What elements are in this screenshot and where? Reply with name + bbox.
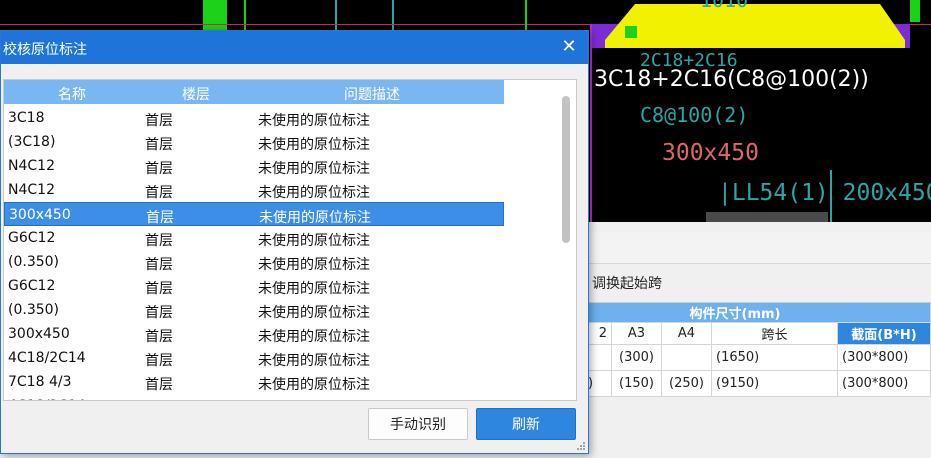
row-floor-cell: 首层 [145,305,173,321]
cad-annotation[interactable]: 300x450 [662,140,759,166]
row-description-cell: 未使用的原位标注 [258,161,370,177]
list-header: 名称 楼层 问题描述 [4,80,504,104]
row-name-cell: 300x450 [9,207,71,223]
row-name-cell: 4C18/2C14 [8,350,86,366]
vertical-scrollbar[interactable] [560,96,572,396]
dialog-title: 校核原位标注 [3,42,87,58]
table-column-header[interactable]: A4 [662,323,712,345]
cad-cyan-line [830,170,832,222]
refresh-button[interactable]: 刷新 [476,408,576,440]
cad-magenta-line [590,24,592,222]
cad-green-line [244,0,246,30]
cad-green-block [910,0,920,22]
cad-green-block [203,0,227,30]
row-floor-cell: 首层 [145,329,173,345]
row-description-cell: 未使用的原位标注 [258,185,370,201]
row-floor-cell: 首层 [145,353,173,369]
list-row[interactable]: (3C18) 首层 未使用的原位标注 [4,130,504,154]
cad-annotation[interactable]: 3C18+2C16(C8@100(2)) [594,67,869,92]
row-name-cell: (3C18) [8,134,56,150]
list-row[interactable]: 300x450 首层 未使用的原位标注 [4,202,504,226]
table-group-header: 构件尺寸(mm) [540,303,931,323]
row-floor-cell: 首层 [145,233,173,249]
resize-grip-icon[interactable] [576,441,586,451]
cad-annotation[interactable]: C8@100(2) [640,103,748,127]
table-cell[interactable]: (9150) [712,371,838,397]
row-description-cell: 未使用的原位标注 [259,210,371,226]
row-description-cell: 未使用的原位标注 [258,257,370,273]
row-floor-cell: 首层 [145,257,173,273]
row-description-cell: 未使用的原位标注 [258,377,370,393]
row-name-cell: 3C18 [8,110,45,126]
cad-annotation[interactable]: |LL54(1) 200x450 [718,180,931,206]
row-name-cell: (0.350) [8,302,60,318]
cad-green-line [525,0,527,30]
row-floor-cell: 首层 [145,161,173,177]
cad-partial-label: 1010 [700,0,749,12]
swap-start-span-button[interactable]: 调换起始跨 [592,273,662,293]
row-description-cell: 未使用的原位标注 [258,233,370,249]
manual-identify-button[interactable]: 手动识别 [368,408,468,440]
list-row[interactable]: 7C18 4/3 首层 未使用的原位标注 [4,370,504,394]
row-description-cell: 未使用的原位标注 [258,305,370,321]
row-floor-cell: 首层 [145,377,173,393]
list-row[interactable]: 3C18 首层 未使用的原位标注 [4,106,504,130]
row-name-cell: 300x450 [8,326,70,342]
column-header-floor[interactable]: 楼层 [182,84,210,104]
list-row[interactable]: 4C18/2C14 首层 未使用的原位标注 [4,394,504,400]
row-name-cell: G6C12 [8,278,56,294]
list-row[interactable]: G6C12 首层 未使用的原位标注 [4,226,504,250]
dialog-title-bar[interactable]: 校核原位标注 ✕ [1,31,588,64]
cad-cyan-line [392,0,394,30]
row-floor-cell: 首层 [145,137,173,153]
table-cell[interactable]: (250) [662,371,712,397]
row-name-cell: N4C12 [8,158,55,174]
row-floor-cell: 首层 [145,281,173,297]
table-cell[interactable]: (150) [612,371,662,397]
column-header-description[interactable]: 问题描述 [344,84,400,104]
list-row[interactable]: (0.350) 首层 未使用的原位标注 [4,298,504,322]
annotation-list[interactable]: 名称 楼层 问题描述 3C18 首层 未使用的原位标注 (3C18) 首层 未使用的原位标… [3,79,577,401]
row-description-cell: 未使用的原位标注 [258,398,370,400]
row-floor-cell: 首层 [146,210,174,226]
scrollbar-thumb[interactable] [562,96,570,243]
table-cell[interactable] [662,345,712,371]
list-row[interactable]: G6C12 首层 未使用的原位标注 [4,274,504,298]
table-column-header[interactable]: 截面(B*H) [838,323,931,345]
table-column-header[interactable]: 跨长 [712,323,838,345]
table-cell[interactable]: (300*800) [838,371,931,397]
table-column-header[interactable]: A3 [612,323,662,345]
row-description-cell: 未使用的原位标注 [258,137,370,153]
cad-cursor-marker [706,212,828,222]
row-floor-cell: 首层 [145,398,173,400]
row-name-cell: G6C12 [8,230,56,246]
list-row[interactable]: (0.350) 首层 未使用的原位标注 [4,250,504,274]
row-floor-cell: 首层 [145,113,173,129]
row-name-cell: (0.350) [8,254,60,270]
row-description-cell: 未使用的原位标注 [258,353,370,369]
check-annotation-dialog: 校核原位标注 ✕ 名称 楼层 问题描述 3C18 首层 未使用的原位标注 (3C18)… [0,30,589,454]
row-name-cell: 4C18/2C14 [8,398,86,400]
row-description-cell: 未使用的原位标注 [258,281,370,297]
table-cell[interactable]: (300) [612,345,662,371]
table-cell[interactable]: (1650) [712,345,838,371]
row-floor-cell: 首层 [145,185,173,201]
close-icon[interactable]: ✕ [558,36,580,58]
list-row[interactable]: 300x450 首层 未使用的原位标注 [4,322,504,346]
row-description-cell: 未使用的原位标注 [258,329,370,345]
table-cell[interactable]: (300*800) [838,345,931,371]
component-size-table: 构件尺寸(mm) 2 A3 A4 跨长 截面(B*H) (300) (1650)… [540,302,931,397]
row-name-cell: N4C12 [8,182,55,198]
list-row[interactable]: N4C12 首层 未使用的原位标注 [4,178,504,202]
row-description-cell: 未使用的原位标注 [258,113,370,129]
row-name-cell: 7C18 4/3 [8,374,72,390]
cad-yellow-highlight [605,4,905,48]
list-row[interactable]: N4C12 首层 未使用的原位标注 [4,154,504,178]
column-header-name[interactable]: 名称 [58,84,86,104]
cad-cyan-line [335,0,337,30]
list-row[interactable]: 4C18/2C14 首层 未使用的原位标注 [4,346,504,370]
